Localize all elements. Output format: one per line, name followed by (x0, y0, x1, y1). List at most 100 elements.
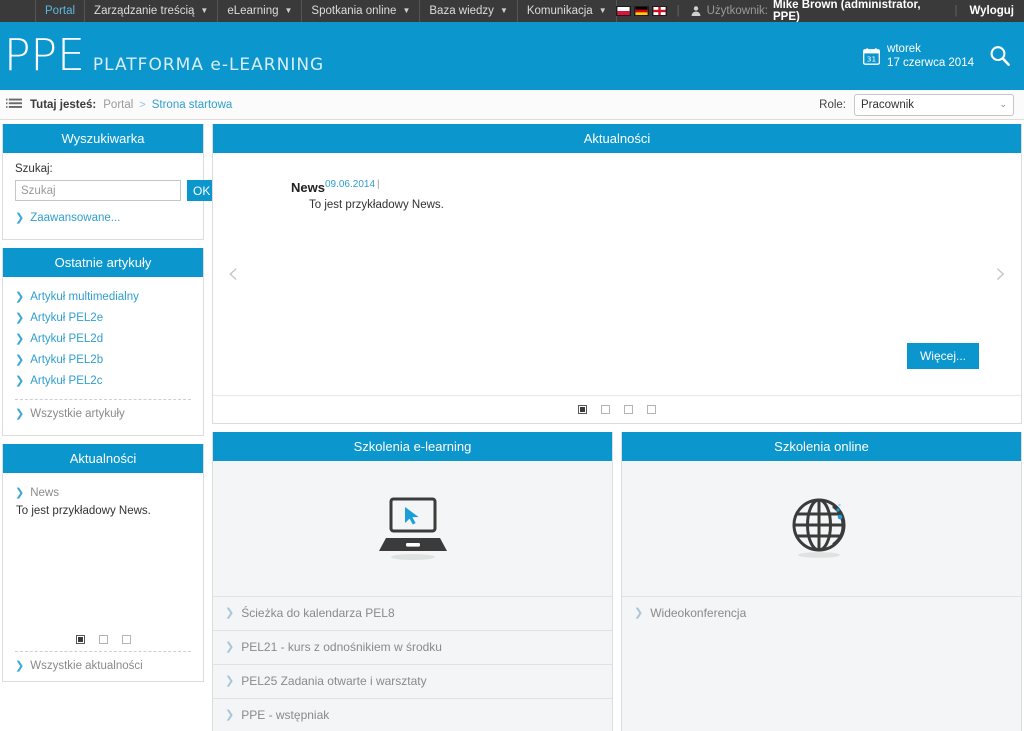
news-carousel: News09.06.2014 | To jest przykładowy News… (213, 153, 1021, 395)
pager-dot[interactable] (121, 635, 131, 644)
news-carousel-body: News09.06.2014 | To jest przykładowy News… (213, 153, 1021, 395)
bottom-panels-row: Szkolenia e-learning ❯ Ścieżka do kalend… (212, 432, 1022, 731)
online-icon-area (622, 461, 1021, 597)
elearning-panel: Szkolenia e-learning ❯ Ścieżka do kalend… (212, 432, 613, 731)
logout-button[interactable]: Wyloguj (967, 5, 1014, 17)
all-articles-label: Wszystkie artykuły (30, 408, 125, 420)
list-item[interactable]: ❯ Artykuł PEL2c (15, 371, 191, 392)
role-select-value: Pracownik (861, 98, 915, 111)
list-item[interactable]: ❯ Artykuł PEL2d (15, 329, 191, 350)
menu-item-portal[interactable]: Portal (35, 0, 86, 22)
menu-item-komunikacja-label: Komunikacja (526, 5, 593, 17)
search-icon[interactable] (988, 44, 1012, 68)
date-full: 17 czerwca 2014 (887, 57, 974, 69)
left-sidebar: Wyszukiwarka Szukaj: OK ❯ Zaawansowane..… (0, 124, 217, 703)
course-link-label: Ścieżka do kalendarza PEL8 (241, 606, 395, 620)
all-news-label: Wszystkie aktualności (30, 660, 143, 672)
pager-dot[interactable] (578, 405, 587, 414)
carousel-prev-icon[interactable]: ‹ (227, 259, 239, 289)
role-label: Role: (819, 98, 846, 111)
divider (15, 399, 191, 400)
menu-item-portal-label: Portal (45, 5, 76, 17)
menu-item-baza-wiedzy-label: Baza wiedzy (429, 5, 494, 17)
news-item-label: News (30, 487, 59, 499)
page-header: PPE PLATFORMA e-LEARNING 31 wtorek 17 cz… (0, 22, 1024, 90)
news-headline-row: News09.06.2014 | (265, 179, 969, 195)
news-headline[interactable]: News (291, 180, 325, 195)
user-label: Użytkownik: (706, 5, 768, 17)
breadcrumb-item-portal[interactable]: Portal (103, 99, 133, 111)
news-body-text: To jest przykładowy News. (309, 199, 444, 211)
chevron-down-icon: ▼ (402, 6, 411, 15)
menu-item-elearning-label: eLearning (227, 5, 279, 17)
breadcrumb-item-strona-startowa[interactable]: Strona startowa (152, 99, 233, 111)
pager-dot[interactable] (624, 405, 633, 414)
role-selector-wrapper: Role: Pracownik ⌄ (819, 93, 1014, 116)
list-item[interactable]: ❯ Artykuł multimedialny (15, 287, 191, 308)
topbar-divider-2: | (954, 5, 958, 17)
news-widget-title: Aktualności (3, 444, 203, 473)
news-carousel-panel: Aktualności News09.06.2014 | To jest przy… (212, 124, 1022, 424)
online-panel-title: Szkolenia online (622, 432, 1021, 461)
pager-dot[interactable] (75, 635, 85, 644)
pager-dot[interactable] (647, 405, 656, 414)
news-item-link[interactable]: ❯ News (15, 483, 191, 504)
top-navigation-bar: Portal Zarządzanie treścią ▼ eLearning ▼… (0, 0, 1024, 23)
divider (15, 651, 191, 652)
menu-item-zarzadzanie-trescia-label: Zarządzanie treścią (94, 5, 195, 17)
all-articles-link[interactable]: ❯ Wszystkie artykuły (15, 404, 191, 425)
list-item[interactable]: ❯ PEL25 Zadania otwarte i warsztaty (213, 665, 612, 699)
chevron-right-icon: ❯ (225, 675, 235, 687)
flag-poland-icon[interactable] (615, 6, 631, 16)
brand-name: PPE (4, 30, 85, 81)
recent-articles-body: ❯ Artykuł multimedialny ❯ Artykuł PEL2e … (3, 277, 203, 435)
advanced-search-link[interactable]: ❯ Zaawansowane... (15, 208, 191, 229)
main-content: Aktualności News09.06.2014 | To jest przy… (212, 124, 1024, 731)
chevron-right-icon: ❯ (225, 641, 235, 653)
chevron-down-icon: ▼ (598, 6, 607, 15)
brand-logo[interactable]: PPE PLATFORMA e-LEARNING (0, 34, 324, 78)
user-avatar-icon (690, 5, 702, 17)
online-panel: Szkolenia online ❯ Wideokonferencja (621, 432, 1022, 731)
more-button[interactable]: Więcej... (906, 343, 979, 369)
news-widget: Aktualności ❯ News To jest przykładowy N… (2, 444, 204, 682)
list-item[interactable]: ❯ Artykuł PEL2e (15, 308, 191, 329)
flag-england-icon[interactable] (651, 6, 667, 16)
menu-item-baza-wiedzy[interactable]: Baza wiedzy ▼ (419, 0, 518, 22)
svg-text:31: 31 (867, 54, 877, 63)
pager-dot[interactable] (98, 635, 108, 644)
hamburger-menu-icon[interactable] (6, 98, 22, 111)
advanced-search-label: Zaawansowane... (30, 212, 121, 224)
pager-dot[interactable] (601, 405, 610, 414)
menu-item-spotkania-online[interactable]: Spotkania online ▼ (301, 0, 421, 22)
article-link-label: Artykuł PEL2c (30, 375, 103, 387)
user-name: Mike Brown (administrator, PPE) (772, 0, 921, 23)
breadcrumb-label: Tutaj jesteś: (30, 98, 97, 111)
list-item[interactable]: ❯ Wideokonferencja (622, 597, 1021, 630)
chevron-down-icon: ⌄ (999, 99, 1007, 109)
menu-item-komunikacja[interactable]: Komunikacja ▼ (516, 0, 617, 22)
user-info[interactable]: Użytkownik: Mike Brown (administrator, P… (690, 0, 945, 23)
calendar-icon: 31 (863, 47, 880, 65)
list-item[interactable]: ❯ PEL21 - kurs z odnośnikiem w środku (213, 631, 612, 665)
language-flags (615, 6, 667, 16)
menu-item-spotkania-online-label: Spotkania online (311, 5, 397, 17)
all-news-link[interactable]: ❯ Wszystkie aktualności (15, 656, 191, 677)
list-item[interactable]: ❯ PPE - wstępniak (213, 699, 612, 731)
carousel-next-icon[interactable]: › (995, 259, 1007, 289)
breadcrumb-separator: > (139, 98, 146, 111)
menu-item-elearning[interactable]: eLearning ▼ (217, 0, 303, 22)
list-item[interactable]: ❯ Artykuł PEL2b (15, 350, 191, 371)
menu-item-zarzadzanie-trescia[interactable]: Zarządzanie treścią ▼ (84, 0, 219, 22)
article-link-label: Artykuł PEL2d (30, 333, 104, 345)
course-link-label: Wideokonferencja (650, 606, 747, 620)
date-weekday: wtorek (887, 42, 921, 55)
chevron-right-icon: ❯ (15, 333, 25, 345)
list-item[interactable]: ❯ Ścieżka do kalendarza PEL8 (213, 597, 612, 631)
chevron-right-icon: ❯ (15, 212, 25, 224)
search-input[interactable] (15, 180, 181, 201)
flag-germany-icon[interactable] (633, 6, 649, 16)
role-select[interactable]: Pracownik ⌄ (854, 93, 1014, 116)
news-pipe: | (377, 179, 380, 190)
elearning-panel-title: Szkolenia e-learning (213, 432, 612, 461)
